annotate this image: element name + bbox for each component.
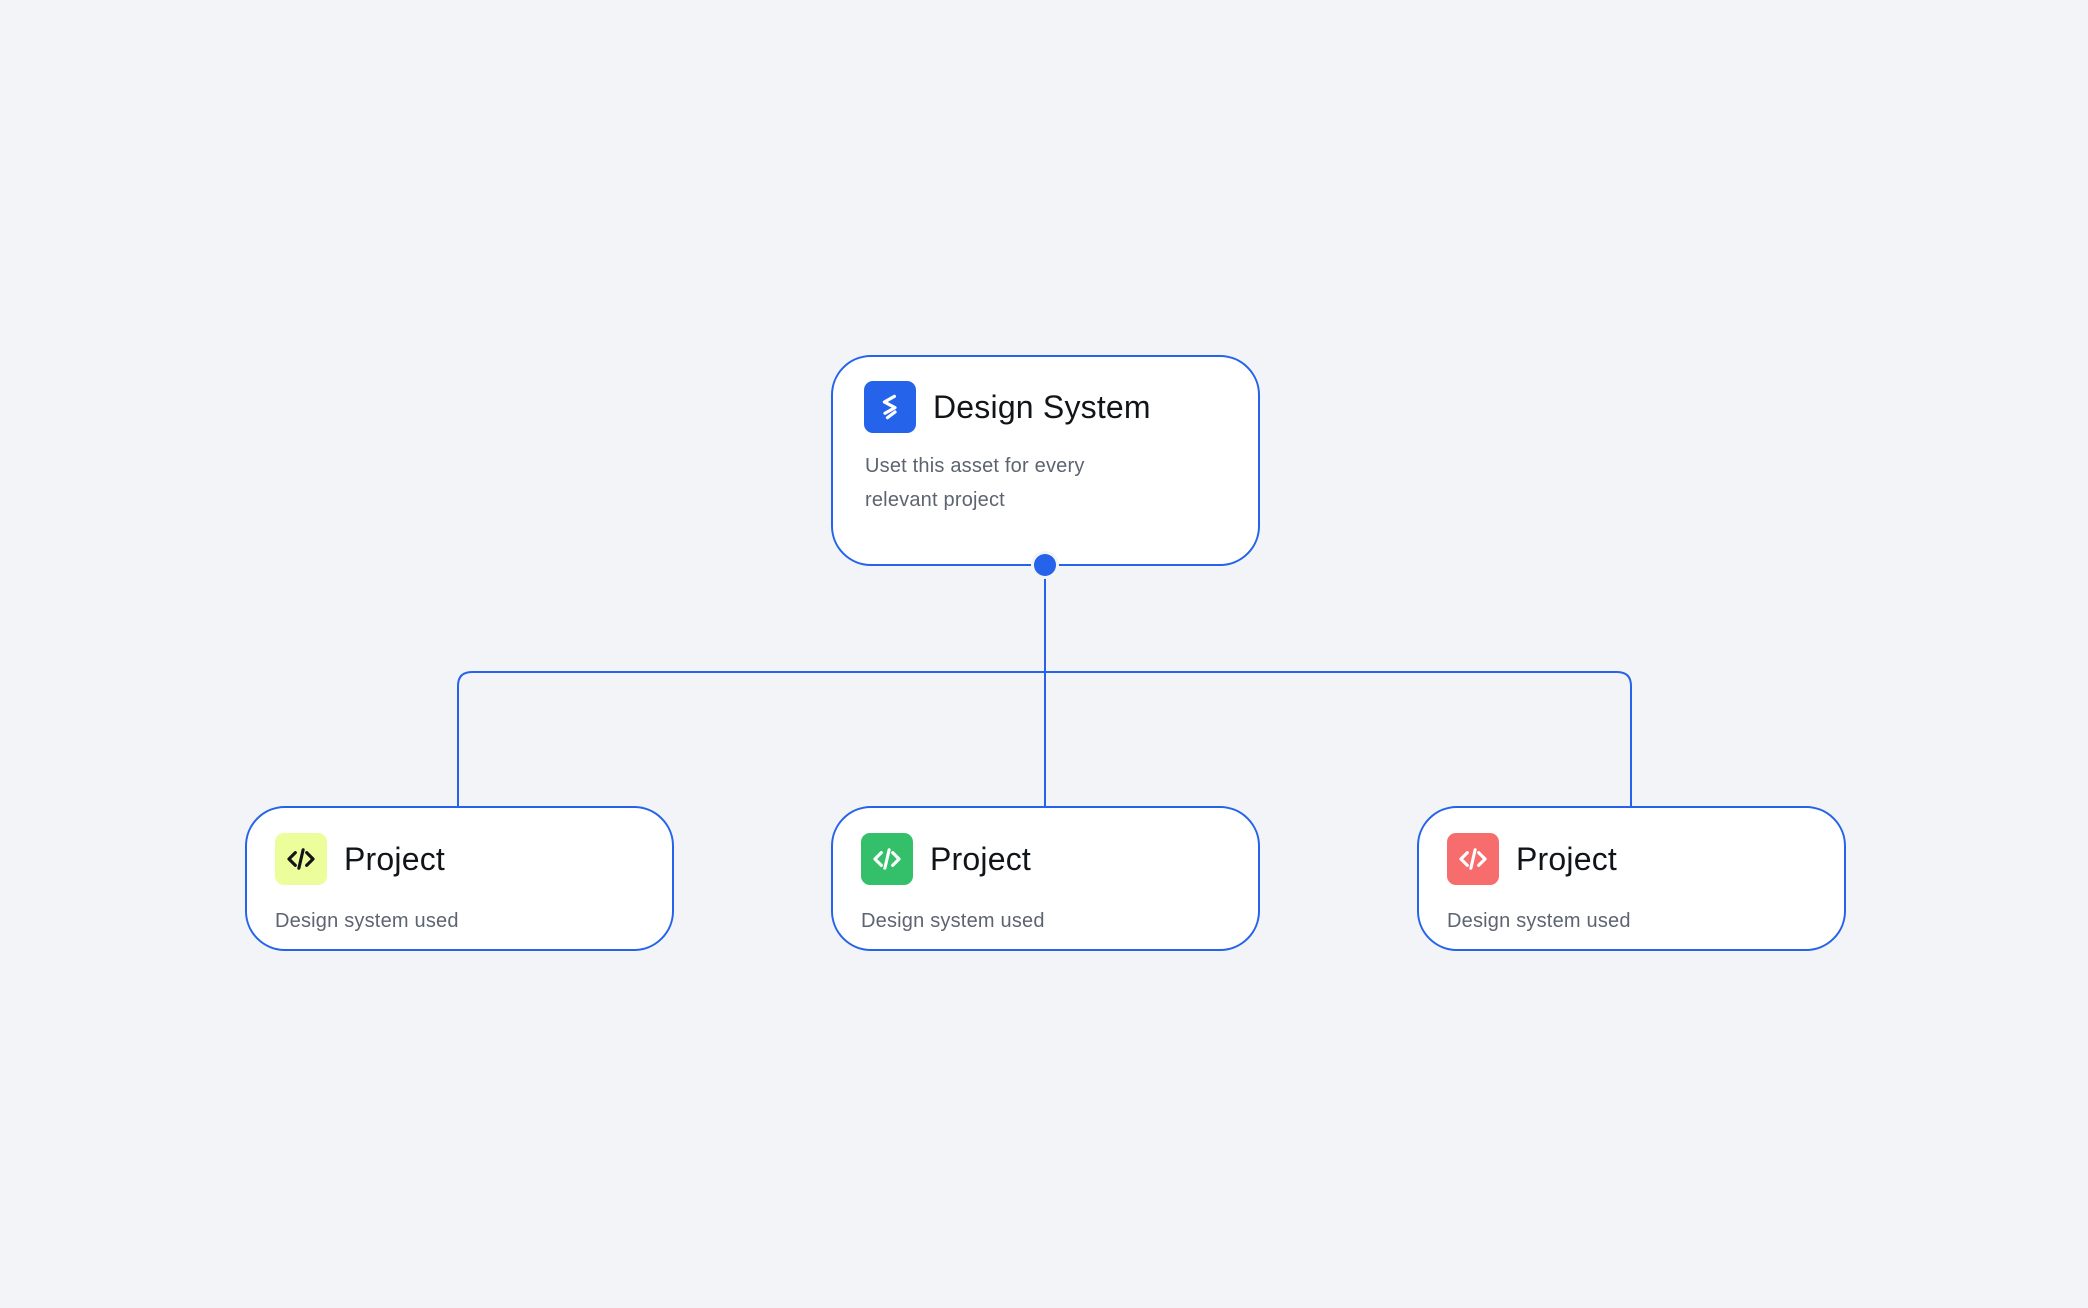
project-title: Project (930, 840, 1031, 877)
connector-right-branch (1045, 671, 1632, 807)
project-card[interactable]: Project Design system used (1417, 806, 1846, 951)
project-card-header: Project (861, 833, 1031, 885)
connection-handle[interactable] (1028, 548, 1062, 582)
project-card-header: Project (1447, 833, 1617, 885)
design-system-card[interactable]: Design System Uset this asset for every … (831, 355, 1260, 566)
design-system-card-header: Design System (864, 381, 1151, 433)
project-description: Design system used (861, 910, 1045, 932)
code-icon (861, 833, 913, 885)
project-card[interactable]: Project Design system used (245, 806, 674, 951)
connector-left-branch (457, 671, 1045, 807)
design-system-description: Uset this asset for every relevant proje… (865, 455, 1085, 511)
connector-lines (457, 566, 1632, 807)
design-system-title: Design System (933, 388, 1151, 425)
project-description: Design system used (1447, 910, 1631, 932)
project-card-header: Project (275, 833, 445, 885)
project-card[interactable]: Project Design system used (831, 806, 1260, 951)
code-icon (1447, 833, 1499, 885)
code-icon (275, 833, 327, 885)
layers-stack-icon (864, 381, 916, 433)
project-title: Project (1516, 840, 1617, 877)
project-title: Project (344, 840, 445, 877)
project-description: Design system used (275, 910, 459, 932)
